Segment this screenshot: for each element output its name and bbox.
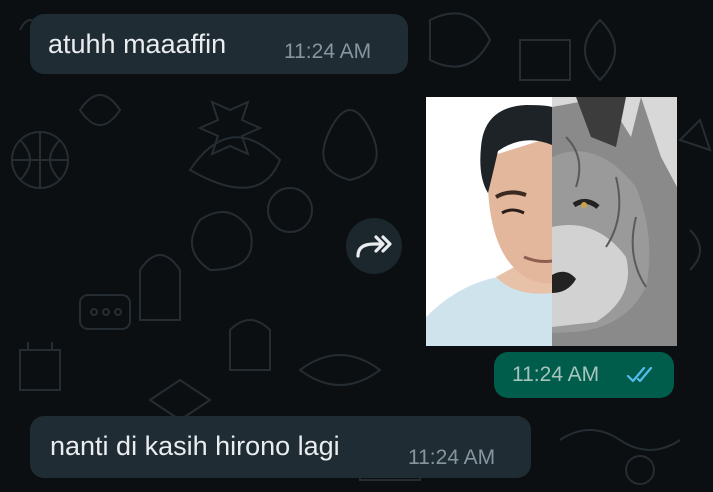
outgoing-message-meta: 11:24 AM — [494, 352, 674, 398]
incoming-message[interactable]: atuhh maaaffin 11:24 AM — [30, 14, 408, 74]
message-text: nanti di kasih hirono lagi — [50, 431, 340, 461]
image-message[interactable] — [426, 97, 677, 346]
message-text: atuhh maaaffin — [48, 29, 227, 59]
double-check-icon — [626, 366, 653, 383]
wolf-half-portrait — [552, 97, 677, 346]
forward-icon — [356, 235, 392, 258]
forward-button[interactable] — [346, 218, 402, 274]
man-half-portrait — [426, 97, 553, 346]
message-timestamp: 11:24 AM — [512, 363, 600, 386]
message-timestamp: 11:24 AM — [408, 446, 496, 469]
message-timestamp: 11:24 AM — [284, 40, 372, 63]
incoming-message[interactable]: nanti di kasih hirono lagi 11:24 AM — [30, 416, 531, 478]
